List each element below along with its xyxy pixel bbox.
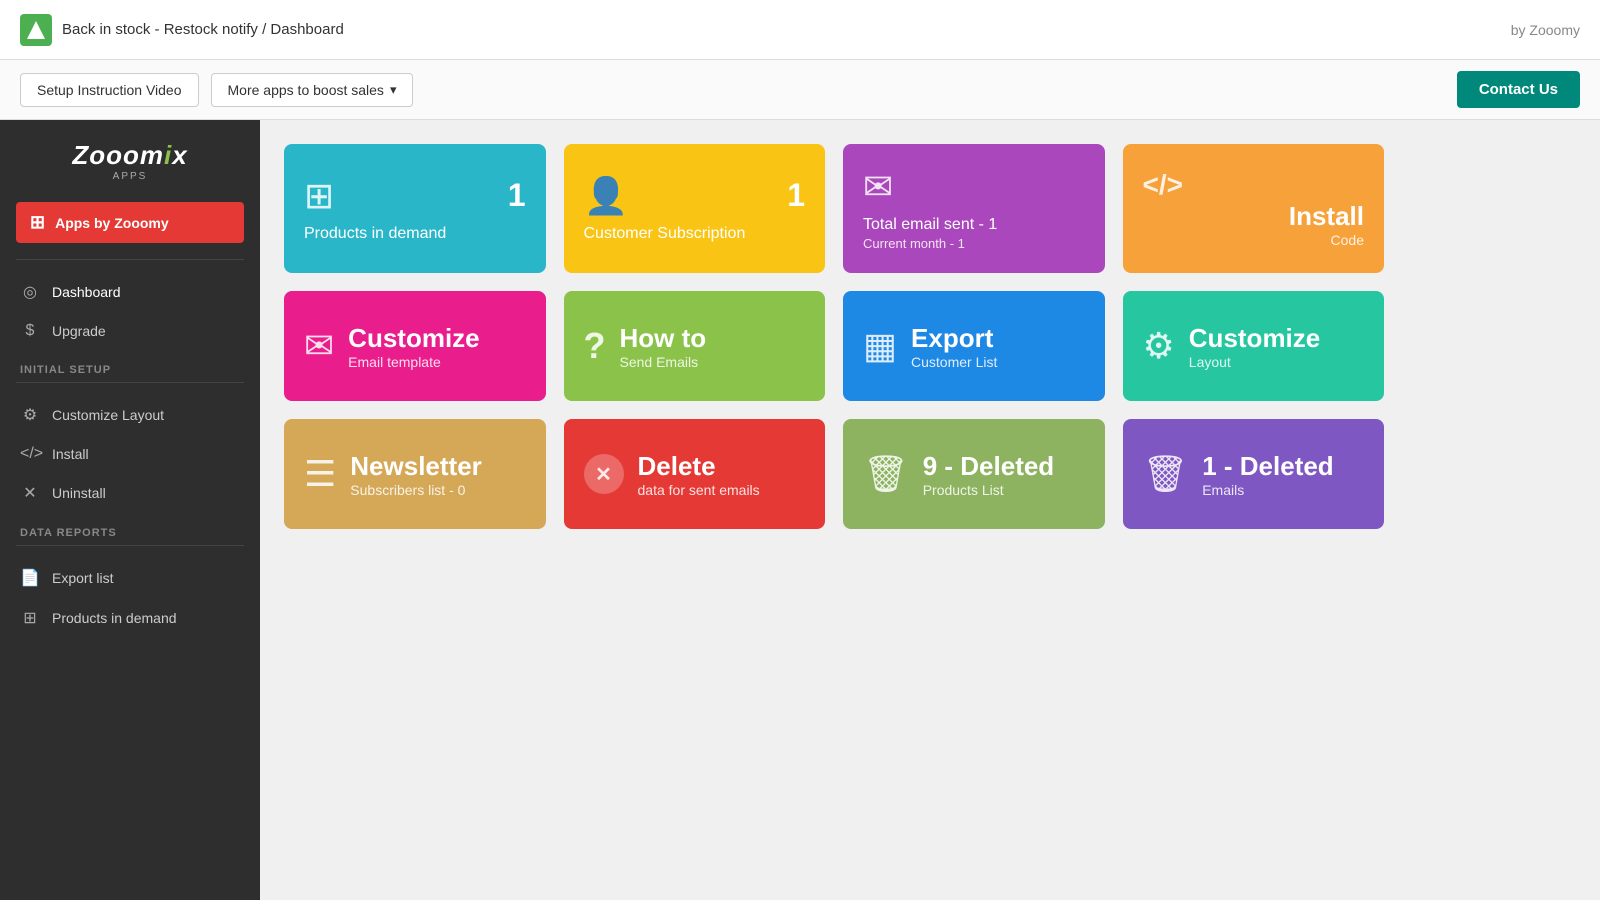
card-total-email-sent[interactable]: ✉ Total email sent - 1 Current month - 1 xyxy=(843,144,1105,273)
question-icon: ? xyxy=(584,325,606,367)
action-bar-left: Setup Instruction Video More apps to boo… xyxy=(20,73,413,107)
sidebar-item-label: Customize Layout xyxy=(52,407,164,423)
breadcrumb: Back in stock - Restock notify / Dashboa… xyxy=(62,21,344,38)
card-subtitle: Products List xyxy=(923,482,1055,498)
apps-by-zooomy-button[interactable]: ⊞ Apps by Zooomy xyxy=(16,202,244,243)
main-content: ⊞ 1 Products in demand 👤 1 Customer Subs… xyxy=(260,120,1600,900)
code-icon: </> xyxy=(1143,169,1183,201)
sidebar-logo: Zooomix APPS xyxy=(0,120,260,202)
apps-btn-label: Apps by Zooomy xyxy=(55,215,169,231)
card-subtitle: data for sent emails xyxy=(638,482,760,498)
sidebar-divider-1 xyxy=(16,259,244,260)
card-big-title: Newsletter xyxy=(350,451,482,482)
code-icon: </> xyxy=(20,445,40,463)
logo-sub: APPS xyxy=(20,171,240,182)
sidebar-divider-2 xyxy=(16,382,244,383)
newsletter-icon: ☰ xyxy=(304,453,336,495)
dashboard-grid: ⊞ 1 Products in demand 👤 1 Customer Subs… xyxy=(284,144,1384,529)
email-icon: ✉ xyxy=(863,166,893,208)
more-apps-label: More apps to boost sales xyxy=(228,82,384,98)
sidebar-item-label: Dashboard xyxy=(52,284,121,300)
card-subtitle: Send Emails xyxy=(620,354,707,370)
sidebar: Zooomix APPS ⊞ Apps by Zooomy ◎ Dashboar… xyxy=(0,120,260,900)
card-title: Products in demand xyxy=(304,225,446,243)
card-big-title: 1 - Deleted xyxy=(1202,451,1334,482)
sidebar-item-export-list[interactable]: 📄 Export list xyxy=(0,558,260,598)
card-subtitle: Subscribers list - 0 xyxy=(350,482,482,498)
card-subtitle: Code xyxy=(1331,232,1364,248)
card-subtitle: Current month - 1 xyxy=(863,236,965,251)
gear-icon: ⚙ xyxy=(20,405,40,425)
card-subtitle: Email template xyxy=(348,354,479,370)
card-big-title: Install xyxy=(1289,201,1364,232)
close-icon: ✕ xyxy=(584,454,624,494)
action-bar: Setup Instruction Video More apps to boo… xyxy=(0,60,1600,120)
user-icon: 👤 xyxy=(584,175,629,217)
main-layout: Zooomix APPS ⊞ Apps by Zooomy ◎ Dashboar… xyxy=(0,120,1600,900)
card-big-title: Export xyxy=(911,323,997,354)
contact-us-button[interactable]: Contact Us xyxy=(1457,71,1580,108)
card-customize-email[interactable]: ✉ Customize Email template xyxy=(284,291,546,401)
card-big-title: 9 - Deleted xyxy=(923,451,1055,482)
card-number: 1 xyxy=(787,177,805,214)
trash-icon: 🗑 xyxy=(863,453,909,495)
card-big-title: Delete xyxy=(638,451,760,482)
card-deleted-products-list[interactable]: 🗑 9 - Deleted Products List xyxy=(843,419,1105,529)
top-bar: Back in stock - Restock notify / Dashboa… xyxy=(0,0,1600,60)
x-icon: ✕ xyxy=(20,483,40,503)
card-big-title: Customize xyxy=(348,323,479,354)
card-deleted-emails[interactable]: 🗑 1 - Deleted Emails xyxy=(1123,419,1385,529)
top-bar-left: Back in stock - Restock notify / Dashboa… xyxy=(20,14,344,46)
card-products-in-demand[interactable]: ⊞ 1 Products in demand xyxy=(284,144,546,273)
card-big-title: How to xyxy=(620,323,707,354)
initial-setup-label: INITIAL SETUP xyxy=(0,350,260,382)
card-install-code[interactable]: </> Install Code xyxy=(1123,144,1385,273)
sidebar-item-products-in-demand[interactable]: ⊞ Products in demand xyxy=(0,598,260,638)
card-subtitle: Layout xyxy=(1189,354,1320,370)
sidebar-item-install[interactable]: </> Install xyxy=(0,435,260,473)
app-logo-icon xyxy=(20,14,52,46)
trash-icon: 🗑 xyxy=(1143,453,1189,495)
by-label: by Zooomy xyxy=(1511,22,1580,38)
dollar-icon: $ xyxy=(20,322,40,340)
data-reports-label: DATA REPORTS xyxy=(0,513,260,545)
card-how-to-send[interactable]: ? How to Send Emails xyxy=(564,291,826,401)
sidebar-item-uninstall[interactable]: ✕ Uninstall xyxy=(0,473,260,513)
card-subtitle: Emails xyxy=(1202,482,1334,498)
table-icon: ▦ xyxy=(863,325,897,367)
sidebar-item-label: Products in demand xyxy=(52,610,177,626)
card-customer-subscription[interactable]: 👤 1 Customer Subscription xyxy=(564,144,826,273)
chevron-down-icon: ▾ xyxy=(390,82,397,98)
sidebar-item-label: Install xyxy=(52,446,89,462)
gear-icon: ⚙ xyxy=(1143,325,1175,367)
card-title: Customer Subscription xyxy=(584,225,746,243)
doc-icon: 📄 xyxy=(20,568,40,588)
card-newsletter[interactable]: ☰ Newsletter Subscribers list - 0 xyxy=(284,419,546,529)
sidebar-item-label: Upgrade xyxy=(52,323,106,339)
sidebar-item-customize-layout[interactable]: ⚙ Customize Layout xyxy=(0,395,260,435)
setup-video-button[interactable]: Setup Instruction Video xyxy=(20,73,199,107)
email-icon: ✉ xyxy=(304,325,334,367)
more-apps-button[interactable]: More apps to boost sales ▾ xyxy=(211,73,414,107)
card-customize-layout[interactable]: ⚙ Customize Layout xyxy=(1123,291,1385,401)
sidebar-item-upgrade[interactable]: $ Upgrade xyxy=(0,312,260,350)
grid-icon: ⊞ xyxy=(304,175,334,217)
logo-text: Zooomix xyxy=(20,140,240,171)
sidebar-item-label: Export list xyxy=(52,570,113,586)
sidebar-item-label: Uninstall xyxy=(52,485,106,501)
sidebar-item-dashboard[interactable]: ◎ Dashboard xyxy=(0,272,260,312)
grid-icon: ⊞ xyxy=(30,212,45,233)
card-number: 1 xyxy=(508,177,526,214)
card-export-customer-list[interactable]: ▦ Export Customer List xyxy=(843,291,1105,401)
grid-icon: ⊞ xyxy=(20,608,40,628)
sidebar-divider-3 xyxy=(16,545,244,546)
card-big-title: Customize xyxy=(1189,323,1320,354)
person-icon: ◎ xyxy=(20,282,40,302)
card-delete-sent-emails[interactable]: ✕ Delete data for sent emails xyxy=(564,419,826,529)
card-title: Total email sent - 1 xyxy=(863,216,997,234)
card-subtitle: Customer List xyxy=(911,354,997,370)
